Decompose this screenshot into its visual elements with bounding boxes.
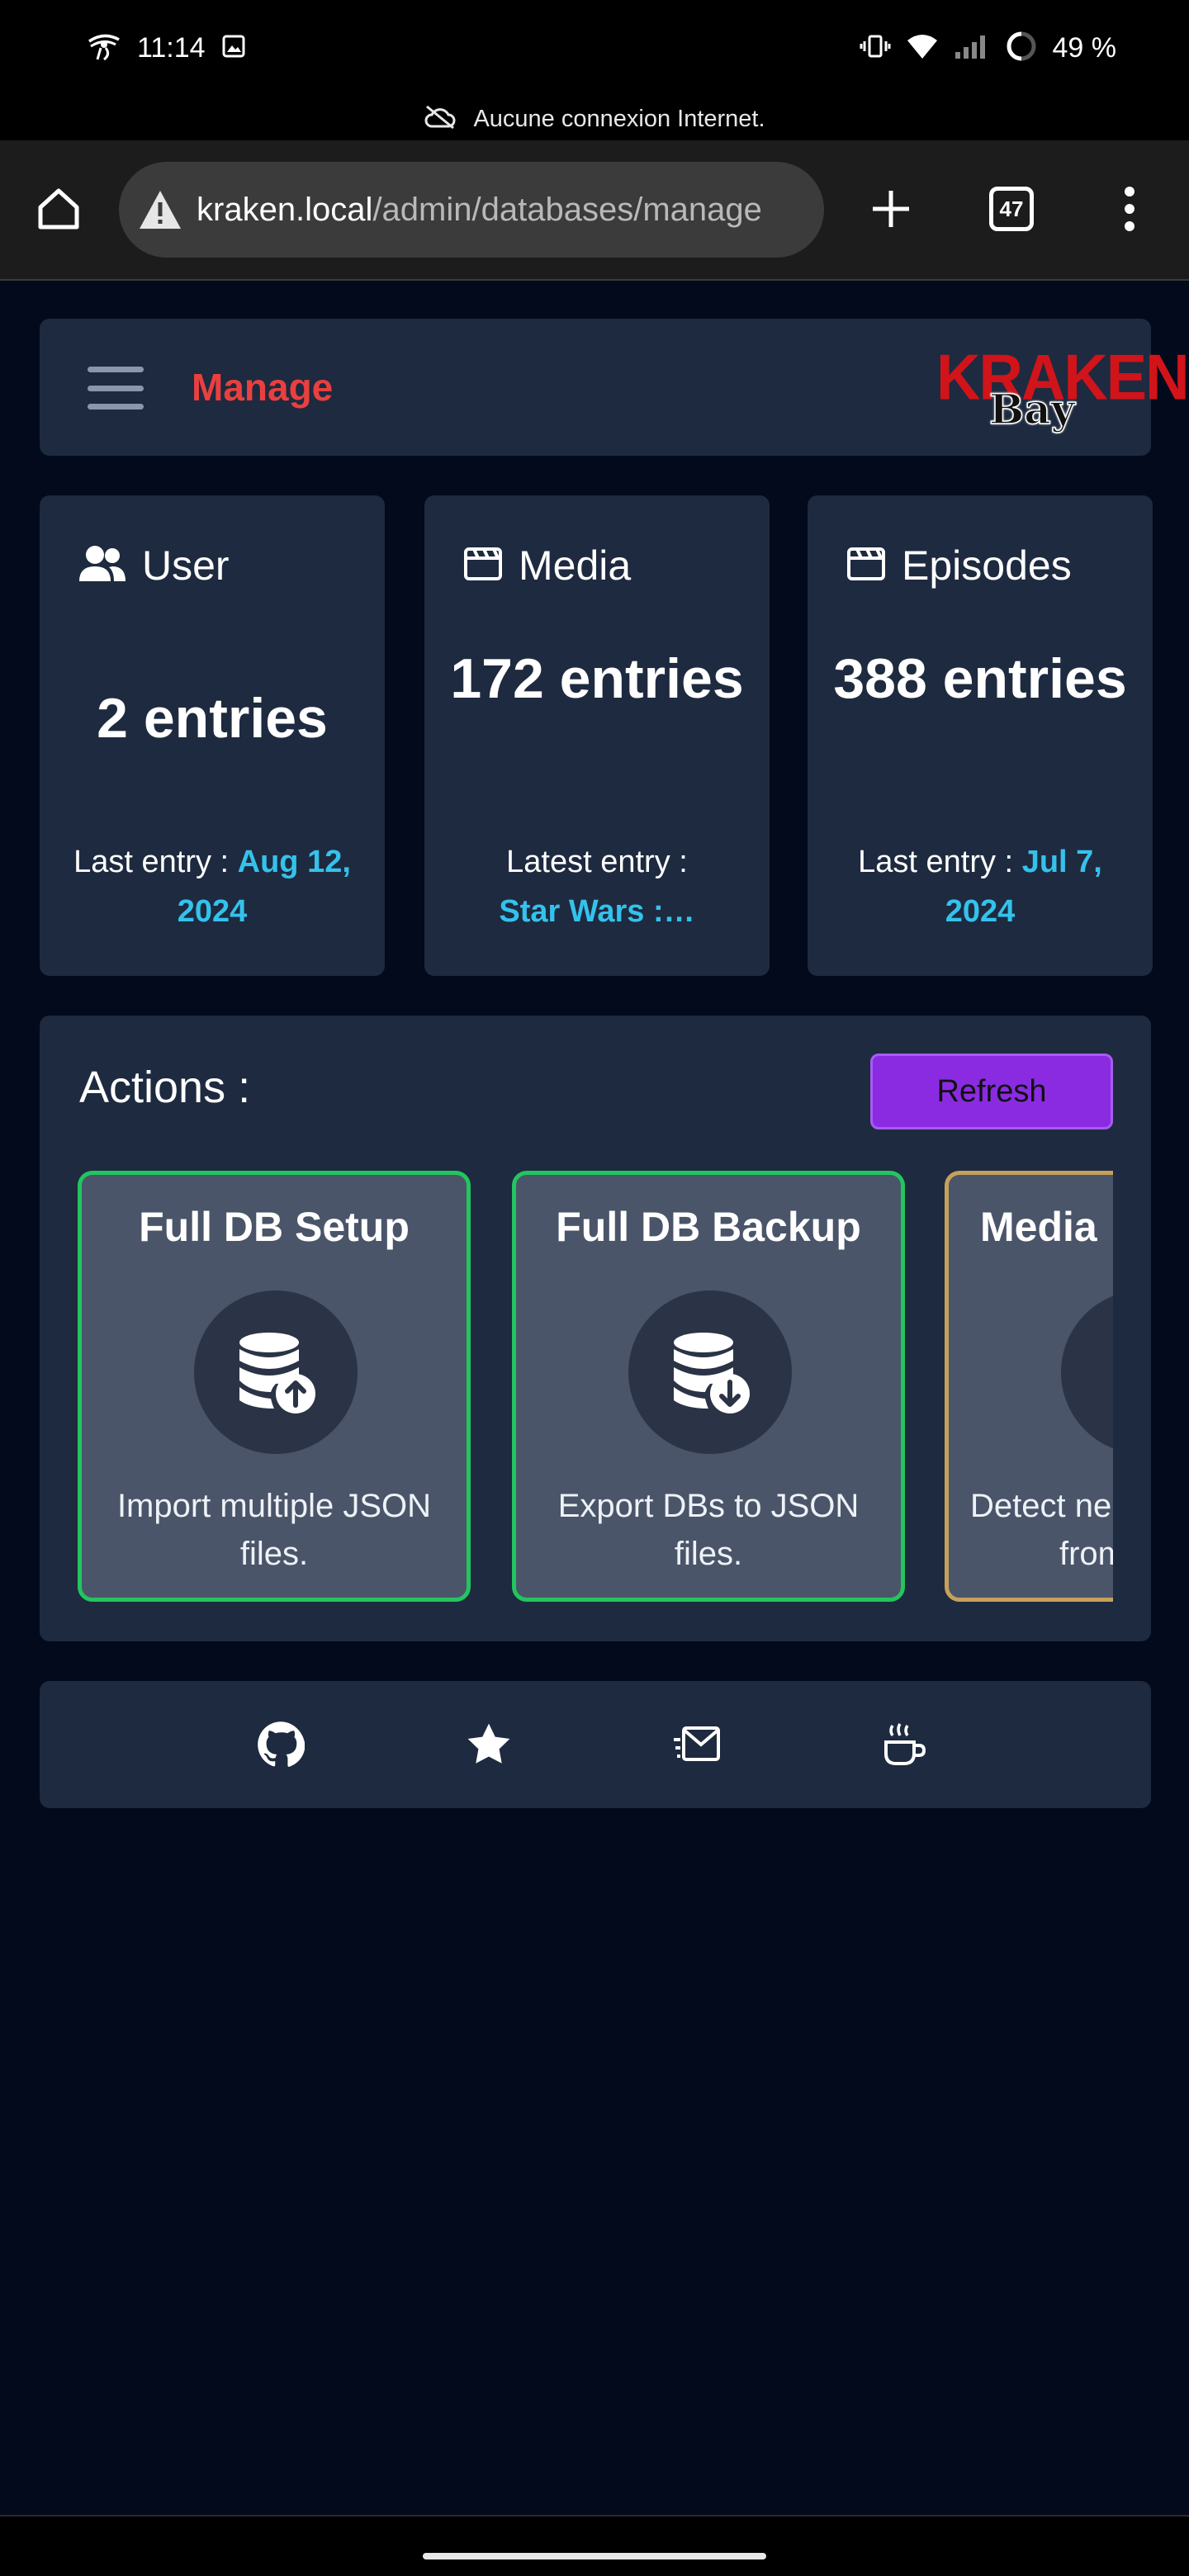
footer [40, 1681, 1151, 1808]
stat-card-episodes: Episodes 388 entries Last entry : Jul 7,… [808, 495, 1153, 976]
actions-panel: Actions : Refresh Full DB Setup Import m… [40, 1016, 1151, 1641]
stat-last-prefix: Last entry : [858, 845, 1014, 879]
stat-card-media: Media 172 entries Latest entry : Star Wa… [424, 495, 770, 976]
stat-count: 388 entries [833, 647, 1127, 710]
action-card-full-db-backup[interactable]: Full DB Backup Export DBs to JSON files. [512, 1171, 905, 1602]
stat-last-prefix: Last entry : [73, 845, 230, 879]
url-text: kraken.local/admin/databases/manage [197, 192, 762, 229]
stat-last-prefix: Latest entry : [506, 845, 688, 879]
vibrate-icon [860, 33, 891, 64]
browser-toolbar: kraken.local/admin/databases/manage 47 [0, 140, 1189, 281]
status-bar: 11:14 49 % [0, 0, 1189, 97]
tab-switcher-button[interactable]: 47 [989, 187, 1034, 231]
app-header: Manage KRAKEN Bay [40, 319, 1189, 456]
github-icon[interactable] [256, 1720, 306, 1769]
coffee-icon[interactable] [880, 1720, 930, 1769]
card-title: Full DB Setup [139, 1204, 410, 1250]
image-notification-icon [220, 33, 247, 64]
wifi-icon [906, 32, 939, 64]
stat-last-value: Star Wars :… [499, 894, 695, 929]
clapperboard-icon [462, 544, 504, 588]
offline-banner: Aucune connexion Internet. [0, 97, 1189, 140]
home-icon [38, 188, 79, 230]
database-download-icon [628, 1290, 792, 1454]
url-path: /admin/databases/manage [372, 191, 762, 228]
offline-message: Aucune connexion Internet. [473, 105, 765, 132]
stat-count: 2 entries [97, 687, 328, 750]
stat-label: User [142, 542, 230, 589]
stat-card-user: User 2 entries Last entry : Aug 12, 2024 [40, 495, 385, 976]
database-upload-icon [194, 1290, 358, 1454]
stat-last-entry: Latest entry : Star Wars :… [449, 837, 745, 936]
actions-title: Actions : [79, 1063, 251, 1112]
battery-ring-icon [1005, 30, 1038, 67]
card-description: Detect ne from [970, 1482, 1113, 1578]
hamburger-menu-icon[interactable] [88, 367, 144, 410]
status-time: 11:14 [137, 32, 206, 64]
mail-send-icon[interactable] [672, 1720, 722, 1769]
battery-percent: 49 % [1052, 32, 1117, 64]
plus-icon [873, 191, 909, 227]
users-icon [78, 543, 127, 589]
signal-icon [954, 32, 990, 64]
stat-last-entry: Last entry : Jul 7, 2024 [832, 837, 1128, 936]
home-button[interactable] [31, 182, 86, 236]
stat-count: 172 entries [450, 647, 744, 710]
stat-label: Media [519, 542, 632, 589]
system-navigation-bar [0, 2515, 1189, 2576]
card-title: Full DB Backup [556, 1204, 861, 1250]
address-bar[interactable]: kraken.local/admin/databases/manage [119, 162, 824, 258]
stat-label: Episodes [902, 542, 1072, 589]
browser-menu-button[interactable] [1113, 182, 1146, 236]
card-description: Import multiple JSON files. [116, 1488, 432, 1572]
logo-bay-text: Bay [988, 384, 1075, 434]
scan-icon [1061, 1290, 1113, 1454]
refresh-button[interactable]: Refresh [870, 1054, 1113, 1129]
clapperboard-icon [846, 544, 887, 588]
url-host: kraken.local [197, 191, 373, 228]
card-description: Export DBs to JSON files. [557, 1488, 860, 1572]
card-description-line: Detect ne [970, 1488, 1112, 1524]
card-title: Media [980, 1204, 1097, 1250]
stat-last-entry: Last entry : Aug 12, 2024 [64, 837, 360, 936]
not-secure-warning-icon[interactable] [137, 187, 183, 233]
kraken-bay-logo[interactable]: KRAKEN Bay [936, 341, 1189, 434]
action-card-full-db-setup[interactable]: Full DB Setup Import multiple JSON files… [78, 1171, 471, 1602]
new-tab-button[interactable] [864, 182, 918, 236]
star-icon[interactable] [464, 1720, 514, 1769]
action-card-media[interactable]: Media Detect ne from [945, 1171, 1113, 1602]
home-gesture-pill[interactable] [423, 2553, 766, 2559]
cloud-off-icon [424, 105, 457, 134]
action-cards-carousel[interactable]: Full DB Setup Import multiple JSON files… [78, 1171, 1113, 1603]
page-title: Manage [192, 366, 334, 409]
eye-of-horus-icon [86, 30, 122, 67]
more-vertical-icon [1125, 187, 1135, 231]
card-description-line: from [1059, 1536, 1113, 1572]
